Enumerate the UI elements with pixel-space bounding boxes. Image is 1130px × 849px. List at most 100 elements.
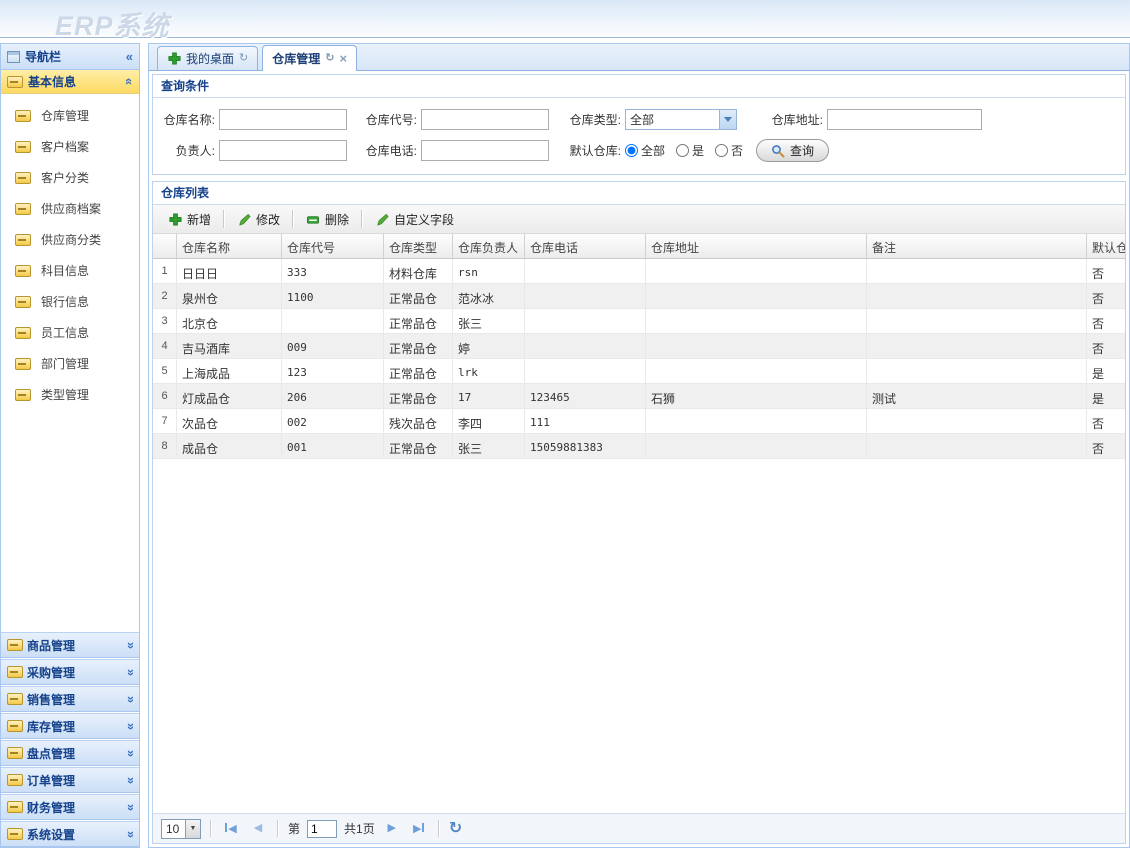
next-page-button[interactable]: ▶ xyxy=(382,823,402,834)
folder-icon xyxy=(15,357,31,370)
table-cell xyxy=(867,309,1087,333)
tab-inactive[interactable]: 我的桌面 ↻ xyxy=(157,46,259,70)
sidebar-item-label: 客户分类 xyxy=(41,171,90,185)
chevron-up-icon[interactable]: « xyxy=(122,78,137,85)
sidebar-section[interactable]: 订单管理 « xyxy=(1,767,139,793)
table-row[interactable]: 3 北京仓 正常品仓 张三 否 xyxy=(153,309,1125,334)
sidebar-item[interactable]: 供应商分类 xyxy=(1,224,139,255)
sidebar-section-label: 财务管理 xyxy=(27,800,76,815)
table-row[interactable]: 2 泉州仓 1100 正常品仓 范冰冰 否 xyxy=(153,284,1125,309)
radio-input[interactable] xyxy=(715,144,729,157)
warehouse-name-input[interactable] xyxy=(219,109,347,130)
table-cell: 材料仓库 xyxy=(384,259,453,283)
manager-input[interactable] xyxy=(219,140,347,161)
toolbar-button[interactable]: 修改 xyxy=(228,208,289,230)
prev-page-button[interactable]: ◀ xyxy=(248,823,268,834)
column-header[interactable]: 仓库代号 xyxy=(282,234,384,258)
column-header[interactable]: 仓库名称 xyxy=(177,234,282,258)
refresh-tab-icon[interactable]: ↻ xyxy=(239,53,248,64)
chevron-down-icon[interactable]: « xyxy=(122,722,137,729)
table-cell xyxy=(646,259,867,283)
table-row[interactable]: 8 成品仓 001 正常品仓 张三 15059881383 否 xyxy=(153,434,1125,459)
chevron-down-icon[interactable]: « xyxy=(122,749,137,756)
page-label-prefix: 第 xyxy=(288,822,301,836)
sidebar-item[interactable]: 客户档案 xyxy=(1,131,139,162)
table-row[interactable]: 7 次品仓 002 残次品仓 李四 111 否 xyxy=(153,409,1125,434)
toolbar-button[interactable]: 自定义字段 xyxy=(366,208,463,230)
chevron-down-icon[interactable]: « xyxy=(122,641,137,648)
sidebar-section[interactable]: 系统设置 « xyxy=(1,821,139,847)
default-warehouse-radio[interactable]: 是 xyxy=(676,142,704,159)
page-size-select[interactable]: 10 ▼ xyxy=(161,818,201,839)
page-number-input[interactable] xyxy=(307,819,338,838)
table-cell xyxy=(282,309,384,333)
sidebar-header[interactable]: 导航栏 « xyxy=(1,44,139,70)
table-cell xyxy=(646,409,867,433)
radio-input[interactable] xyxy=(676,144,690,157)
section-basic-info[interactable]: 基本信息 « xyxy=(1,70,139,94)
last-page-button[interactable]: ▶ xyxy=(409,823,429,835)
sidebar-section[interactable]: 盘点管理 « xyxy=(1,740,139,766)
sidebar-item[interactable]: 科目信息 xyxy=(1,255,139,286)
table-row[interactable]: 4 吉马酒库 009 正常品仓婷 否 xyxy=(153,334,1125,359)
sidebar-section-label: 盘点管理 xyxy=(27,746,76,761)
chevron-down-icon[interactable] xyxy=(719,110,736,129)
sidebar-item-label: 科目信息 xyxy=(41,264,90,278)
table-cell: 15059881383 xyxy=(525,434,646,458)
sidebar-section[interactable]: 采购管理 « xyxy=(1,659,139,685)
folder-icon xyxy=(7,801,23,813)
table-row[interactable]: 5 上海成品 123 正常品仓 lrk 是 xyxy=(153,359,1125,384)
refresh-icon[interactable]: ↻ xyxy=(449,820,462,837)
toolbar-button[interactable]: 新增 xyxy=(159,208,220,230)
column-header[interactable]: 仓库地址 xyxy=(646,234,867,258)
column-header[interactable]: 默认仓库 xyxy=(1087,234,1125,258)
chevron-down-icon[interactable]: « xyxy=(122,803,137,810)
tab-active[interactable]: 仓库管理 ↻ × xyxy=(262,45,358,71)
table-cell xyxy=(867,334,1087,358)
table-cell xyxy=(867,359,1087,383)
toolbar-button[interactable]: 删除 xyxy=(297,208,358,230)
sidebar-section[interactable]: 销售管理 « xyxy=(1,686,139,712)
column-header[interactable]: 备注 xyxy=(867,234,1087,258)
table-cell: 正常品仓 xyxy=(384,434,453,458)
chevron-down-icon[interactable]: « xyxy=(122,695,137,702)
sidebar-item[interactable]: 类型管理 xyxy=(1,379,139,410)
column-header[interactable]: 仓库类型 xyxy=(384,234,453,258)
row-number: 1 xyxy=(153,259,177,283)
chevron-down-icon[interactable]: « xyxy=(122,668,137,675)
warehouse-address-input[interactable] xyxy=(827,109,982,130)
warehouse-type-select[interactable]: 全部 xyxy=(625,109,737,130)
sidebar-section[interactable]: 库存管理 « xyxy=(1,713,139,739)
warehouse-phone-input[interactable] xyxy=(421,140,549,161)
collapse-sidebar-icon[interactable]: « xyxy=(126,50,133,63)
add-icon xyxy=(167,52,181,66)
toolbar: 新增 修改 删除 自定义字段 xyxy=(153,205,1125,234)
warehouse-code-input[interactable] xyxy=(421,109,549,130)
chevron-down-icon[interactable]: « xyxy=(122,830,137,837)
column-header[interactable]: 仓库负责人 xyxy=(453,234,525,258)
column-header[interactable]: 仓库电话 xyxy=(525,234,646,258)
table-cell: 石狮 xyxy=(646,384,867,408)
sidebar-item[interactable]: 银行信息 xyxy=(1,286,139,317)
sidebar-item[interactable]: 供应商档案 xyxy=(1,193,139,224)
chevron-down-icon[interactable]: « xyxy=(122,776,137,783)
sidebar-item[interactable]: 客户分类 xyxy=(1,162,139,193)
table-row[interactable]: 6 灯成品仓 206 正常品仓 17 123465 石狮 测试是 xyxy=(153,384,1125,409)
refresh-tab-icon[interactable]: ↻ xyxy=(325,53,334,64)
sidebar-item[interactable]: 仓库管理 xyxy=(1,100,139,131)
default-warehouse-radio[interactable]: 全部 xyxy=(625,142,665,159)
warehouse-type-label: 仓库类型: xyxy=(569,113,621,127)
sidebar-section[interactable]: 财务管理 « xyxy=(1,794,139,820)
chevron-down-icon[interactable]: ▼ xyxy=(185,819,200,838)
sidebar-item[interactable]: 员工信息 xyxy=(1,317,139,348)
table-row[interactable]: 1 日日日 333 材料仓库 rsn 否 xyxy=(153,259,1125,284)
radio-input[interactable] xyxy=(625,144,638,157)
search-button[interactable]: 查询 xyxy=(756,139,830,162)
edit-icon xyxy=(237,212,251,226)
sidebar-item[interactable]: 部门管理 xyxy=(1,348,139,379)
sidebar-section[interactable]: 商品管理 « xyxy=(1,632,139,658)
table-cell: 否 xyxy=(1087,434,1125,458)
first-page-button[interactable]: ◀ xyxy=(221,823,241,835)
close-icon[interactable]: × xyxy=(339,52,347,65)
default-warehouse-radio[interactable]: 否 xyxy=(715,142,743,159)
